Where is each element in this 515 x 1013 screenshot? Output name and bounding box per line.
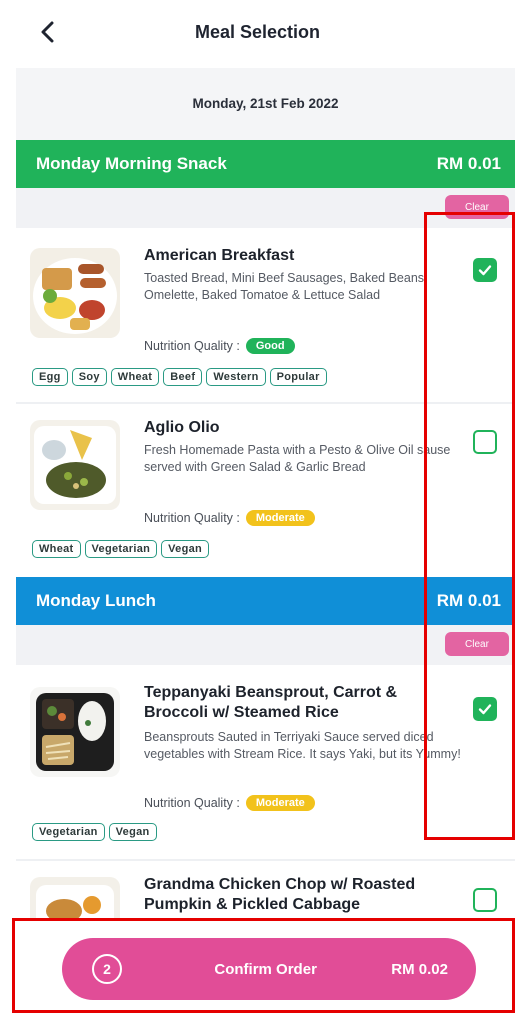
select-checkbox[interactable] [473, 697, 497, 721]
bottom-bar: 2 Confirm Order RM 0.02 [0, 918, 515, 1013]
tag: Vegan [108, 823, 157, 841]
nutrition-badge: Good [245, 338, 295, 354]
nutrition-quality: Nutrition Quality : Moderate [144, 510, 315, 526]
meal-description: Toasted Bread, Mini Beef Sausages, Baked… [144, 271, 428, 302]
check-icon [478, 265, 492, 276]
section-price: RM 0.01 [436, 591, 501, 610]
tag: Wheat [110, 368, 160, 386]
meal-image [30, 877, 120, 923]
nutrition-quality: Nutrition Quality : Moderate [144, 795, 315, 811]
clear-button[interactable]: Clear [445, 195, 509, 219]
clear-row: Clear [16, 625, 515, 665]
app-header: Meal Selection [0, 0, 515, 68]
meal-name: Grandma Chicken Chop w/ Roasted Pumpkin … [144, 876, 416, 913]
meal-description: Beansprouts Sauted in Terriyaki Sauce se… [144, 730, 461, 761]
select-checkbox[interactable] [473, 430, 497, 454]
tag: Egg [32, 368, 68, 386]
tag: Western [206, 368, 266, 386]
meal-description: Fresh Homemade Pasta with a Pesto & Oliv… [144, 443, 451, 474]
meal-image [30, 248, 120, 338]
select-checkbox[interactable] [473, 888, 497, 912]
tag-list: Vegetarian Vegan [32, 823, 157, 841]
meal-item-grandma-chicken-chop[interactable]: Grandma Chicken Chop w/ Roasted Pumpkin … [16, 863, 515, 923]
section-title: Monday Lunch [36, 591, 156, 610]
section-header-morning-snack: Monday Morning Snack RM 0.01 [16, 140, 515, 188]
meal-item-aglio-olio[interactable]: Aglio Olio Fresh Homemade Pasta with a P… [16, 406, 515, 576]
page-title: Meal Selection [194, 22, 321, 42]
meal-name: American Breakfast [144, 247, 295, 264]
confirm-order-label: Confirm Order [214, 960, 317, 978]
section-price: RM 0.01 [436, 154, 501, 173]
tag: Beef [163, 368, 203, 386]
check-icon [478, 704, 492, 715]
tag: Soy [71, 368, 107, 386]
selected-count-badge: 2 [92, 954, 122, 984]
clear-button[interactable]: Clear [445, 632, 509, 656]
meal-name: Aglio Olio [144, 419, 220, 436]
meal-name: Teppanyaki Beansprout, Carrot & Broccoli… [144, 684, 398, 721]
select-checkbox[interactable] [473, 258, 497, 282]
tag-list: Egg Soy Wheat Beef Western Popular [32, 368, 327, 386]
section-title: Monday Morning Snack [36, 154, 227, 173]
clear-row: Clear [16, 188, 515, 228]
nutrition-label: Nutrition Quality : [144, 339, 240, 353]
nutrition-label: Nutrition Quality : [144, 796, 240, 810]
tag: Vegan [161, 540, 210, 558]
meal-image [30, 420, 120, 510]
selected-date: Monday, 21st Feb 2022 [192, 96, 339, 111]
nutrition-quality: Nutrition Quality : Good [144, 338, 295, 354]
meal-image [30, 687, 120, 777]
order-total: RM 0.02 [391, 960, 448, 978]
meal-item-american-breakfast[interactable]: American Breakfast Toasted Bread, Mini B… [16, 234, 515, 404]
nutrition-badge: Moderate [245, 510, 315, 526]
tag: Popular [269, 368, 327, 386]
date-bar: Monday, 21st Feb 2022 [16, 68, 515, 140]
tag: Vegetarian [84, 540, 158, 558]
tag-list: Wheat Vegetarian Vegan [32, 540, 210, 558]
nutrition-badge: Moderate [245, 795, 315, 811]
confirm-order-button[interactable]: 2 Confirm Order RM 0.02 [62, 938, 476, 1000]
nutrition-label: Nutrition Quality : [144, 511, 240, 525]
tag: Wheat [32, 540, 81, 558]
meal-item-teppanyaki[interactable]: Teppanyaki Beansprout, Carrot & Broccoli… [16, 671, 515, 861]
section-header-lunch: Monday Lunch RM 0.01 [16, 577, 515, 625]
tag: Vegetarian [32, 823, 105, 841]
